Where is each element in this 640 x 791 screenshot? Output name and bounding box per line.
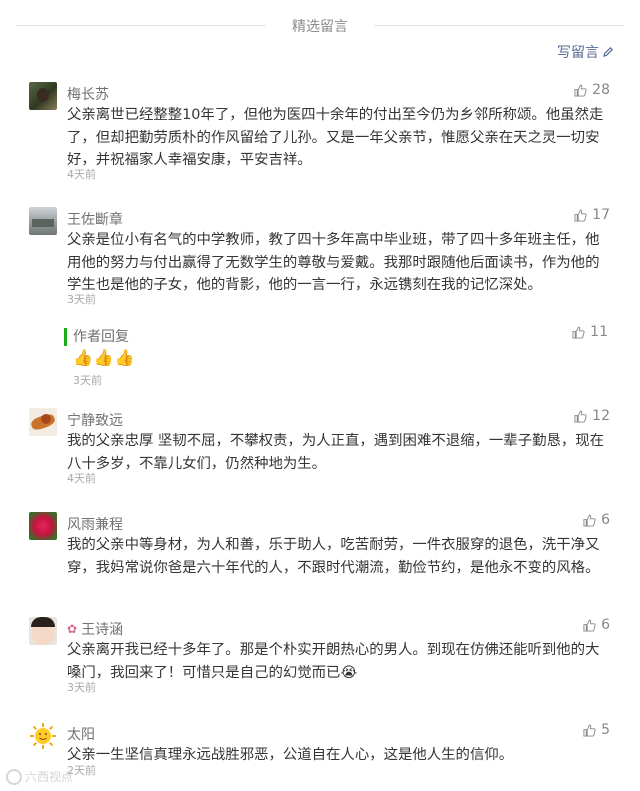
comment-nickname: ✿ 王诗涵 [67, 619, 123, 639]
like-count: 28 [592, 82, 610, 98]
comment-nickname: 宁静致远 [67, 413, 123, 429]
flower-icon: ✿ [67, 622, 78, 636]
thumbs-up-emoji: 👍 [114, 348, 135, 367]
divider-right [374, 25, 624, 26]
like-button[interactable]: 28 [574, 82, 610, 98]
comment-time: 4天前 [67, 168, 96, 181]
avatar[interactable] [29, 512, 57, 540]
thumbs-up-icon [574, 84, 587, 97]
like-count: 6 [601, 512, 610, 528]
thumbs-up-icon [583, 514, 596, 527]
thumbs-up-emoji: 👍 [93, 348, 114, 367]
like-button[interactable]: 12 [574, 408, 610, 424]
watermark-text: 六西视点 [25, 770, 74, 784]
comment-nickname: 梅长苏 [67, 87, 109, 103]
comment-content: 父亲离世已经整整10年了，但他为医四十余年的付出至今仍为乡邻所称颂。他虽然走了，… [67, 107, 604, 168]
crying-emoji: 😭 [340, 664, 358, 681]
like-count: 6 [601, 617, 610, 633]
avatar[interactable] [29, 722, 57, 750]
thumbs-up-icon [574, 209, 587, 222]
comment-content: 父亲一生坚信真理永远战胜邪恶，公道自在人心，这是他人生的信仰。 [67, 747, 514, 763]
thumbs-up-icon [583, 619, 596, 632]
like-button[interactable]: 6 [583, 617, 610, 633]
write-comment-button[interactable]: 写留言 [557, 42, 614, 62]
comment-content: 父亲是位小有名气的中学教师，教了四十多年高中毕业班，带了四十多年班主任，他用他的… [67, 232, 600, 293]
thumbs-up-icon [583, 724, 596, 737]
comment-time: 3天前 [67, 293, 96, 306]
comment-content: 父亲离开我已经十多年了。那是个朴实开朗热心的男人。到现在仿佛还能听到他的大嗓门，… [67, 639, 607, 684]
author-reply-time: 3天前 [73, 374, 102, 387]
avatar[interactable] [29, 82, 57, 110]
comment-nickname-text: 王诗涵 [81, 622, 124, 638]
like-count: 5 [601, 722, 610, 738]
avatar[interactable] [29, 408, 57, 436]
comment-content-text: 父亲离开我已经十多年了。那是个朴实开朗热心的男人。到现在仿佛还能听到他的大嗓门，… [67, 642, 600, 681]
comment-nickname: 太阳 [67, 727, 95, 743]
comment-nickname: 风雨兼程 [67, 517, 123, 533]
pencil-icon [603, 46, 614, 57]
watermark-logo-icon [6, 768, 22, 785]
like-button[interactable]: 17 [574, 207, 610, 223]
thumbs-up-icon [572, 326, 585, 339]
like-button[interactable]: 6 [583, 512, 610, 528]
divider-left [16, 25, 266, 26]
author-reply-title: 作者回复 [73, 329, 129, 345]
thumbs-up-emoji: 👍 [73, 348, 93, 367]
comment-content: 我的父亲忠厚 坚韧不屈，不攀权责，为人正直，遇到困难不退缩，一辈子勤恳，现在八十… [67, 433, 605, 472]
comment-nickname: 王佐斷章 [67, 212, 123, 228]
watermark: 六西视点 [6, 768, 73, 785]
like-button[interactable]: 5 [583, 722, 610, 738]
like-count: 17 [592, 207, 610, 223]
thumbs-up-icon [574, 410, 587, 423]
avatar[interactable] [29, 207, 57, 235]
section-title: 精选留言 [292, 19, 348, 35]
comments-section-header: 精选留言 [0, 14, 640, 38]
comment-time: 4天前 [67, 472, 96, 485]
sun-icon [30, 723, 56, 749]
like-count: 12 [592, 408, 610, 424]
comment-content: 我的父亲中等身材，为人和善，乐于助人，吃苦耐劳，一件衣服穿的退色，洗干净又穿，我… [67, 537, 600, 576]
author-reply-content: 👍 👍 👍 [73, 348, 135, 367]
avatar[interactable] [29, 617, 57, 645]
write-comment-label: 写留言 [557, 45, 599, 61]
like-button[interactable]: 11 [572, 324, 608, 340]
like-count: 11 [590, 324, 608, 340]
author-reply: 作者回复 👍 👍 👍 3天前 11 [64, 324, 620, 387]
comment-time: 3天前 [67, 681, 96, 694]
